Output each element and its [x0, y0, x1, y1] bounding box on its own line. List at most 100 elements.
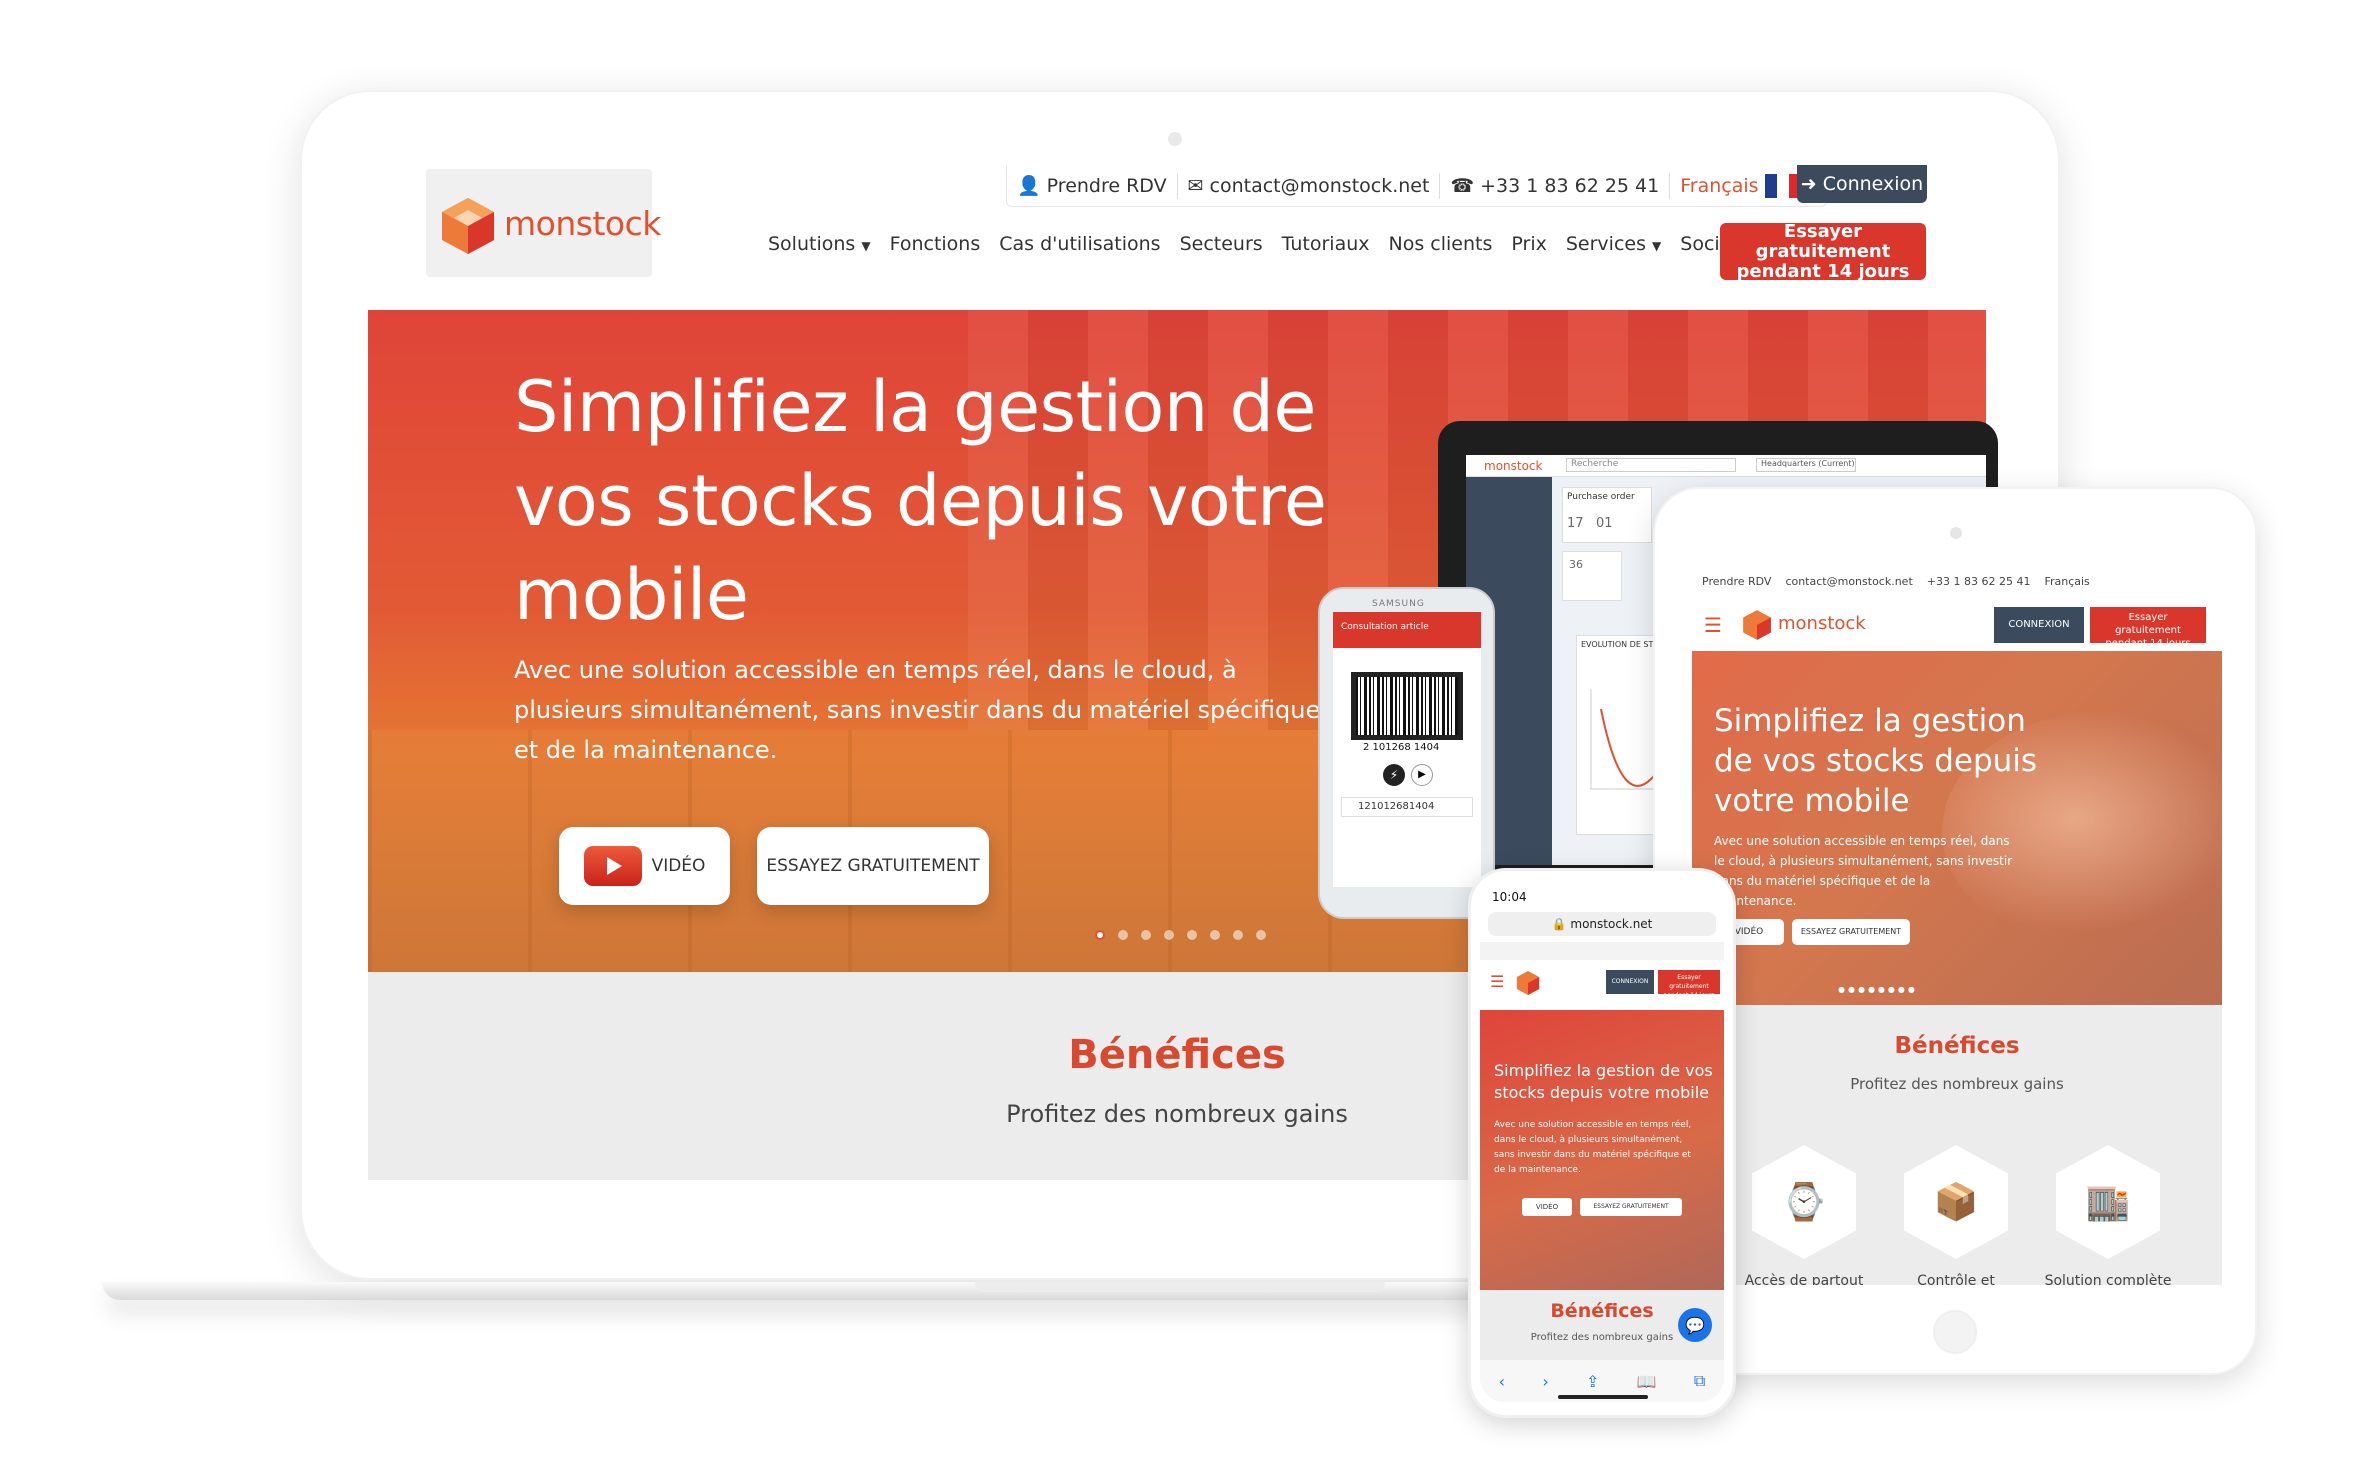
- barcode-number: 2 101268 1404: [1363, 742, 1440, 753]
- bookmarks-icon[interactable]: 📖: [1637, 1372, 1657, 1391]
- tablet-logo-wordmark[interactable]: monstock: [1778, 613, 1866, 634]
- lock-icon: 🔒: [1551, 917, 1567, 931]
- app-location-select[interactable]: Headquarters (Current): [1756, 458, 1856, 472]
- tabs-icon[interactable]: ⧉: [1694, 1371, 1705, 1391]
- top-contact-bar: 👤 Prendre RDV ✉ contact@monstock.net ☎ +33 …: [1006, 165, 1827, 207]
- tablet-login-button[interactable]: CONNEXION: [1994, 607, 2084, 643]
- hero-trial-button[interactable]: ESSAYEZ GRATUITEMENT: [757, 827, 989, 905]
- app-card-title: Purchase order: [1567, 492, 1635, 502]
- carousel-dots: [1095, 930, 1266, 940]
- nav-secteurs[interactable]: Secteurs: [1180, 233, 1263, 255]
- hamburger-menu-icon[interactable]: ☰: [1704, 613, 1722, 637]
- samsung-screen: Consultation article 2 101268 1404 ⚡ ▶ 1…: [1333, 612, 1481, 887]
- monstock-cube-icon: [442, 198, 494, 254]
- app-kpi: 17: [1567, 516, 1584, 531]
- tablet-benefits-title: Bénéfices: [1894, 1033, 2020, 1059]
- feature-label: Contrôle et: [1917, 1273, 1995, 1285]
- appointment-link[interactable]: 👤 Prendre RDV: [1007, 172, 1178, 199]
- back-icon[interactable]: ‹: [1499, 1372, 1505, 1391]
- carousel-dot[interactable]: [1233, 930, 1243, 940]
- nav-label: Services: [1565, 233, 1646, 255]
- feature-label: Accès de partout: [1744, 1273, 1864, 1285]
- main-nav: Solutions ▼ Fonctions Cas d'utilisations…: [768, 233, 1766, 255]
- carousel-dot[interactable]: [1256, 930, 1266, 940]
- share-icon[interactable]: ⇪: [1586, 1372, 1599, 1391]
- video-label: VIDÉO: [651, 856, 706, 876]
- email-link[interactable]: ✉ contact@monstock.net: [1178, 172, 1441, 199]
- nav-tutoriaux[interactable]: Tutoriaux: [1282, 233, 1370, 255]
- tablet-hero-trial-button[interactable]: ESSAYEZ GRATUITEMENT: [1792, 919, 1910, 945]
- tablet-hero-description: Avec une solution accessible en temps ré…: [1714, 834, 2013, 908]
- tablet-trial-button[interactable]: Essayer gratuitement pendant 14 jours: [2090, 607, 2206, 649]
- nav-label: Solutions: [768, 233, 856, 255]
- carousel-dot[interactable]: [1095, 930, 1105, 940]
- monstock-cube-icon: [1516, 971, 1540, 995]
- hero-title: Simplifiez la gestion de vos stocks depu…: [514, 366, 1327, 636]
- video-button[interactable]: VIDÉO: [559, 827, 730, 905]
- email-label: contact@monstock.net: [1209, 174, 1430, 197]
- tablet-camera: [1950, 527, 1962, 539]
- nav-services[interactable]: Services ▼: [1566, 233, 1661, 255]
- chevron-down-icon: ▼: [1652, 239, 1662, 253]
- app-card: Purchase order 17 01: [1562, 487, 1652, 543]
- tablet-benefits-subtitle: Profitez des nombreux gains: [1850, 1075, 2064, 1093]
- user-icon: 👤: [1017, 175, 1041, 197]
- tablet-hero: Simplifiez la gestion de vos stocks depu…: [1692, 651, 2222, 1005]
- iphone-hero-description: Avec une solution accessible en temps ré…: [1494, 1120, 1692, 1175]
- scan-header: Consultation article: [1333, 612, 1481, 648]
- tablet-header: ☰ monstock CONNEXION Essayer gratuitemen…: [1692, 601, 2222, 649]
- tablet-home-button[interactable]: [1933, 1310, 1977, 1354]
- youtube-play-icon: [583, 846, 642, 886]
- tablet-language-selector[interactable]: Français: [2044, 575, 2089, 593]
- chat-bubble-icon[interactable]: 💬: [1678, 1308, 1712, 1342]
- nav-use-cases[interactable]: Cas d'utilisations: [999, 233, 1160, 255]
- iphone-contact-bar: [1480, 942, 1724, 960]
- tablet-contact-bar: Prendre RDV contact@monstock.net +33 1 8…: [1692, 575, 2222, 593]
- login-button[interactable]: ➜ Connexion: [1797, 165, 1927, 203]
- address-bar[interactable]: 🔒 monstock.net: [1488, 912, 1716, 936]
- laptop-notch: [975, 1282, 1385, 1292]
- flash-icon[interactable]: ⚡: [1383, 764, 1405, 786]
- home-indicator[interactable]: [1558, 1395, 1648, 1399]
- play-icon[interactable]: ▶: [1411, 764, 1433, 786]
- devices-access-icon: ⌚: [1752, 1145, 1856, 1259]
- iphone-trial-button[interactable]: Essayer gratuitement pendant 14 jours: [1658, 970, 1720, 999]
- phone-link[interactable]: ☎ +33 1 83 62 25 41: [1440, 172, 1671, 199]
- tablet-benefits: Bénéfices Profitez des nombreux gains ⌚ …: [1692, 1005, 2222, 1285]
- tablet-hero-title: Simplifiez la gestion de vos stocks depu…: [1714, 703, 2038, 819]
- forward-icon[interactable]: ›: [1542, 1372, 1548, 1391]
- app-logo: monstock: [1484, 459, 1543, 473]
- carousel-dot[interactable]: [1118, 930, 1128, 940]
- tablet-phone-link[interactable]: +33 1 83 62 25 41: [1927, 575, 2031, 593]
- nav-fonctions[interactable]: Fonctions: [890, 233, 981, 255]
- carousel-dot[interactable]: [1187, 930, 1197, 940]
- barcode-input[interactable]: 121012681404: [1341, 797, 1473, 817]
- free-trial-button[interactable]: Essayer gratuitement pendant 14 jours: [1720, 221, 1926, 281]
- control-box-icon: 📦: [1904, 1145, 2008, 1259]
- carousel-dot[interactable]: [1210, 930, 1220, 940]
- status-time: 10:04: [1492, 890, 1527, 904]
- tablet-screen: Prendre RDV contact@monstock.net +33 1 8…: [1692, 567, 2222, 1285]
- nav-prix[interactable]: Prix: [1511, 233, 1546, 255]
- tablet-carousel-dots[interactable]: ●●●●●●●●: [1838, 985, 1918, 994]
- nav-solutions[interactable]: Solutions ▼: [768, 233, 871, 255]
- app-topbar: monstock Recherche Headquarters (Current…: [1466, 455, 1986, 477]
- french-flag-icon: [1764, 173, 1801, 198]
- hero-description: Avec une solution accessible en temps ré…: [514, 656, 1321, 764]
- language-label: Français: [1680, 174, 1759, 197]
- carousel-dot[interactable]: [1141, 930, 1151, 940]
- iphone-header: ☰ CONNEXION Essayer gratuitement pendant…: [1480, 966, 1724, 1002]
- logo-wordmark[interactable]: monstock: [504, 204, 661, 243]
- iphone-video-button[interactable]: VIDÉO: [1522, 1198, 1572, 1216]
- tablet-email-link[interactable]: contact@monstock.net: [1785, 575, 1912, 593]
- iphone-login-button[interactable]: CONNEXION: [1606, 970, 1654, 994]
- tablet-appointment-link[interactable]: Prendre RDV: [1702, 575, 1771, 593]
- hamburger-menu-icon[interactable]: ☰: [1490, 972, 1504, 991]
- app-search-input[interactable]: Recherche: [1566, 458, 1736, 472]
- carousel-dot[interactable]: [1164, 930, 1174, 940]
- iphone-hero: Simplifiez la gestion de vos stocks depu…: [1480, 1010, 1724, 1290]
- warehouse-icon: 🏬: [2056, 1145, 2160, 1259]
- iphone-hero-trial-button[interactable]: ESSAYEZ GRATUITEMENT: [1580, 1198, 1682, 1216]
- envelope-icon: ✉: [1187, 174, 1204, 197]
- nav-clients[interactable]: Nos clients: [1389, 233, 1493, 255]
